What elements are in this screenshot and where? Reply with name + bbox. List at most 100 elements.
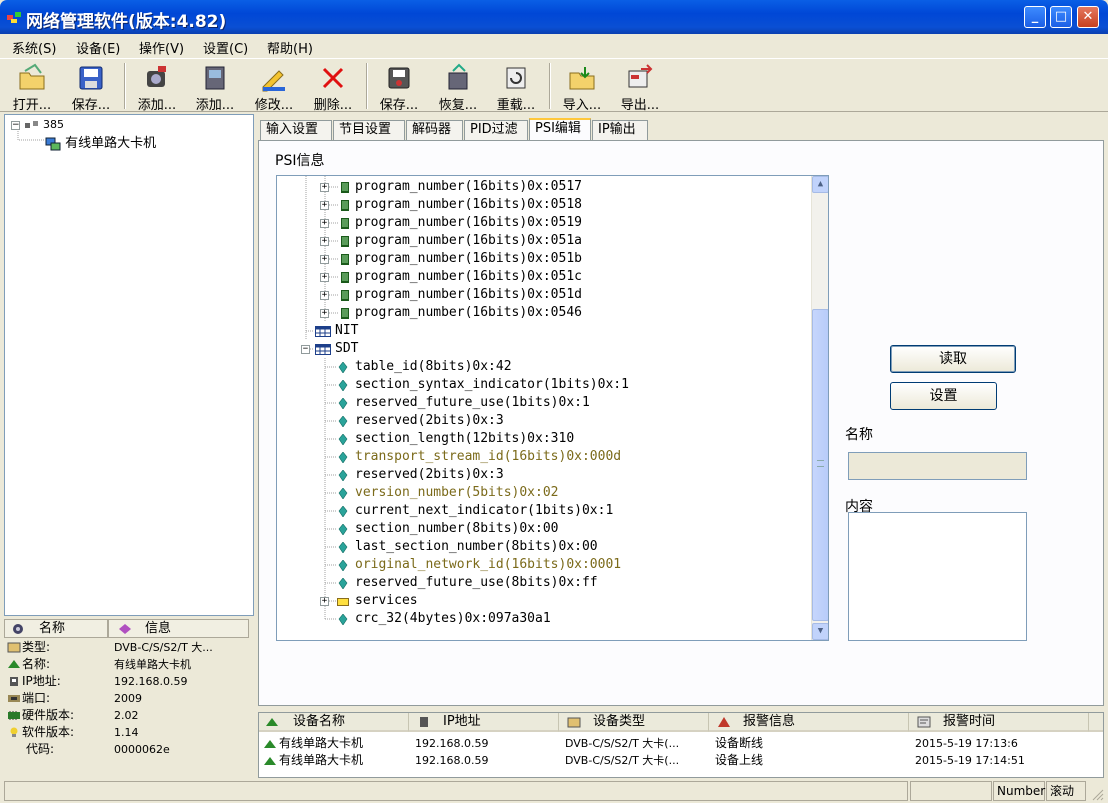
save-config-button[interactable]: 保存... bbox=[371, 61, 427, 113]
edit-button[interactable]: 修改... bbox=[246, 61, 302, 113]
name-field[interactable] bbox=[848, 452, 1027, 480]
alarm-header-alarm-time[interactable]: 报警时间 bbox=[909, 713, 1089, 732]
read-button[interactable]: 读取 bbox=[890, 345, 1016, 373]
save-config-icon bbox=[388, 67, 410, 89]
psi-node-label: reserved(2bits)0x:3 bbox=[355, 413, 504, 428]
device-name-icon bbox=[266, 718, 278, 726]
alarm-cell-alarm-time: 2015-5-19 17:13:6 bbox=[915, 737, 1018, 750]
open-button[interactable]: 打开... bbox=[4, 61, 60, 113]
alarm-time-icon bbox=[917, 716, 931, 728]
info-header-info[interactable]: 信息 bbox=[108, 619, 249, 638]
alarm-row[interactable]: 有线单路大卡机 192.168.0.59 DVB-C/S/S2/T 大卡(...… bbox=[259, 752, 1105, 769]
node-expander[interactable]: + bbox=[320, 291, 329, 300]
psi-node-label: current_next_indicator(1bits)0x:1 bbox=[355, 503, 614, 518]
node-expander[interactable]: + bbox=[320, 237, 329, 246]
node-expander[interactable]: + bbox=[320, 183, 329, 192]
import-button[interactable]: 导入... bbox=[554, 61, 610, 113]
alarm-cell-alarm-info: 设备上线 bbox=[715, 753, 764, 767]
alarm-header-device-type[interactable]: 设备类型 bbox=[559, 713, 709, 732]
device-tree: − 385 有线单路大卡机 bbox=[4, 114, 254, 616]
restore-label: 恢复... bbox=[438, 98, 478, 113]
alarm-header-ip[interactable]: IP地址 bbox=[409, 713, 559, 732]
menu-operation[interactable]: 操作(V) bbox=[139, 38, 184, 57]
status-bar: Number 滚动 bbox=[0, 779, 1108, 803]
node-expander[interactable]: + bbox=[320, 201, 329, 210]
menu-device[interactable]: 设备(E) bbox=[76, 38, 120, 57]
menu-system[interactable]: 系统(S) bbox=[12, 38, 56, 57]
tab-input-settings[interactable]: 输入设置 bbox=[260, 120, 332, 140]
scroll-thumb[interactable] bbox=[812, 309, 828, 621]
psi-node-label: reserved(2bits)0x:3 bbox=[355, 467, 504, 482]
scroll-thumb-grip bbox=[817, 460, 824, 467]
node-expander[interactable]: + bbox=[320, 255, 329, 264]
alarm-header-device-name[interactable]: 设备名称 bbox=[259, 713, 409, 732]
alarm-list: 设备名称 IP地址 设备类型 报警信息 报警时间 有线单路大卡机 192.168… bbox=[258, 712, 1104, 778]
table-icon bbox=[315, 344, 331, 355]
node-expander[interactable]: + bbox=[320, 273, 329, 282]
reload-label: 重载... bbox=[496, 98, 536, 113]
program-list-icon bbox=[341, 254, 349, 265]
open-folder-icon bbox=[19, 63, 45, 90]
add-label-2: 添加... bbox=[195, 98, 235, 113]
add-button-1[interactable]: 添加... bbox=[129, 61, 185, 113]
add-device-icon bbox=[205, 66, 225, 90]
psi-node-label: program_number(16bits)0x:051d bbox=[355, 287, 582, 302]
delete-label: 删除... bbox=[313, 98, 353, 113]
node-expander[interactable]: + bbox=[320, 597, 329, 606]
delete-icon bbox=[322, 67, 344, 89]
psi-info-label: PSI信息 bbox=[275, 153, 325, 169]
save-config-label: 保存... bbox=[379, 98, 419, 113]
field-diamond-icon bbox=[338, 398, 348, 409]
tab-ip-output[interactable]: IP输出 bbox=[592, 120, 648, 140]
tree-connector-line bbox=[17, 129, 44, 141]
alarm-header-filler bbox=[1089, 713, 1103, 732]
save-button[interactable]: 保存... bbox=[63, 61, 119, 113]
toolbar-separator bbox=[366, 63, 368, 109]
edit-label: 修改... bbox=[254, 98, 294, 113]
psi-node-label: program_number(16bits)0x:0518 bbox=[355, 197, 582, 212]
alarm-row[interactable]: 有线单路大卡机 192.168.0.59 DVB-C/S/S2/T 大卡(...… bbox=[259, 735, 1105, 752]
info-header-name-label: 名称 bbox=[39, 621, 66, 636]
scroll-down-button[interactable]: ▼ bbox=[812, 623, 828, 640]
tab-program-settings[interactable]: 节目设置 bbox=[333, 120, 405, 140]
import-icon bbox=[569, 67, 595, 90]
menu-settings[interactable]: 设置(C) bbox=[203, 38, 248, 57]
tab-psi-edit[interactable]: PSI编辑 bbox=[529, 118, 591, 140]
title-bar[interactable]: 网络管理软件(版本:4.82) _ □ ✕ bbox=[0, 0, 1108, 34]
reload-button[interactable]: 重载... bbox=[488, 61, 544, 113]
export-button[interactable]: 导出... bbox=[612, 61, 668, 113]
tree-device-node[interactable]: 有线单路大卡机 bbox=[45, 132, 156, 151]
scroll-up-button[interactable]: ▲ bbox=[812, 176, 828, 193]
status-panel-empty bbox=[910, 781, 992, 801]
minimize-button[interactable]: _ bbox=[1024, 6, 1046, 28]
psi-tree-scrollbar[interactable]: ▲ ▼ bbox=[811, 176, 828, 640]
tab-pid-filter[interactable]: PID过滤 bbox=[464, 120, 528, 140]
psi-tree[interactable]: + program_number(16bits)0x:0517 + program_n… bbox=[276, 175, 829, 641]
alarm-header-device-type-label: 设备类型 bbox=[593, 714, 646, 729]
menu-help[interactable]: 帮助(H) bbox=[267, 38, 313, 57]
restore-button[interactable]: 恢复... bbox=[430, 61, 486, 113]
psi-node-label: NIT bbox=[335, 323, 359, 338]
delete-button[interactable]: 删除... bbox=[305, 61, 361, 113]
info-header-name[interactable]: 名称 bbox=[4, 619, 108, 638]
set-button[interactable]: 设置 bbox=[890, 382, 997, 410]
psi-node-label: SDT bbox=[335, 341, 359, 356]
resize-grip[interactable] bbox=[1090, 787, 1104, 801]
device-node-icon bbox=[45, 137, 61, 150]
node-expander[interactable]: + bbox=[320, 309, 329, 318]
import-label: 导入... bbox=[562, 98, 602, 113]
save-disk-icon bbox=[79, 66, 103, 90]
tab-decoder[interactable]: 解码器 bbox=[406, 120, 463, 140]
content-field[interactable] bbox=[848, 512, 1027, 641]
node-expander[interactable]: − bbox=[301, 345, 310, 354]
name-label: 名称 bbox=[845, 427, 873, 443]
info-key-name: 名称: bbox=[22, 657, 51, 671]
node-expander[interactable]: + bbox=[320, 219, 329, 228]
program-list-icon bbox=[341, 200, 349, 211]
reload-icon bbox=[506, 67, 526, 89]
close-button[interactable]: ✕ bbox=[1077, 6, 1099, 28]
add-button-2[interactable]: 添加... bbox=[187, 61, 243, 113]
alarm-header-alarm-info[interactable]: 报警信息 bbox=[709, 713, 909, 732]
ip-address-icon bbox=[420, 717, 428, 727]
maximize-button[interactable]: □ bbox=[1050, 6, 1072, 28]
